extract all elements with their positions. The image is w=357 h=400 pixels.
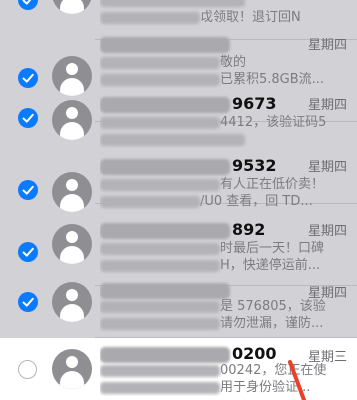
person-avatar-icon [52, 349, 92, 389]
checkmark-circle-icon[interactable] [18, 0, 38, 10]
person-avatar-icon [52, 282, 92, 322]
person-avatar-icon [52, 100, 92, 140]
red-arrow-icon [270, 360, 330, 400]
checkmark-circle-icon[interactable] [18, 180, 38, 200]
message-day: 星期四 [307, 224, 347, 239]
sender-name [100, 34, 290, 56]
sender-name: 9673 [100, 94, 290, 116]
person-avatar-icon [52, 224, 92, 264]
sender-name: 892 [100, 220, 290, 242]
message-preview: 戉领取！退订回N [100, 0, 335, 26]
message-preview: 4412，该验证码5 [100, 114, 335, 148]
message-preview: 时最后一天！口碑 H，快递停运前... [100, 240, 335, 274]
checkmark-circle-icon[interactable] [18, 242, 38, 262]
person-avatar-icon [52, 172, 92, 212]
message-day: 星期四 [307, 160, 347, 175]
message-day: 星期四 [307, 98, 347, 113]
message-day: 星期四 [307, 38, 347, 53]
empty-circle-icon[interactable] [18, 360, 37, 379]
message-preview: 有人正在低价卖！ /U0 查看，回 TD... [100, 176, 335, 210]
message-preview: 敬的 已累积5.8GB流... [100, 54, 335, 88]
person-avatar-icon [52, 0, 92, 14]
checkmark-circle-icon[interactable] [18, 108, 38, 128]
message-row[interactable]: 星期四 是 576805，该验 请勿泄漏，谨防... [0, 282, 357, 338]
checkmark-circle-icon[interactable] [18, 292, 38, 312]
message-preview: 是 576805，该验 请勿泄漏，谨防... [100, 298, 335, 332]
person-avatar-icon [52, 56, 92, 96]
sender-name: 9532 [100, 156, 290, 178]
checkmark-circle-icon[interactable] [18, 68, 38, 88]
message-list: 戉领取！退订回N 星期四 敬的 已累积5.8GB流... 9673 星期四 44… [0, 0, 357, 400]
